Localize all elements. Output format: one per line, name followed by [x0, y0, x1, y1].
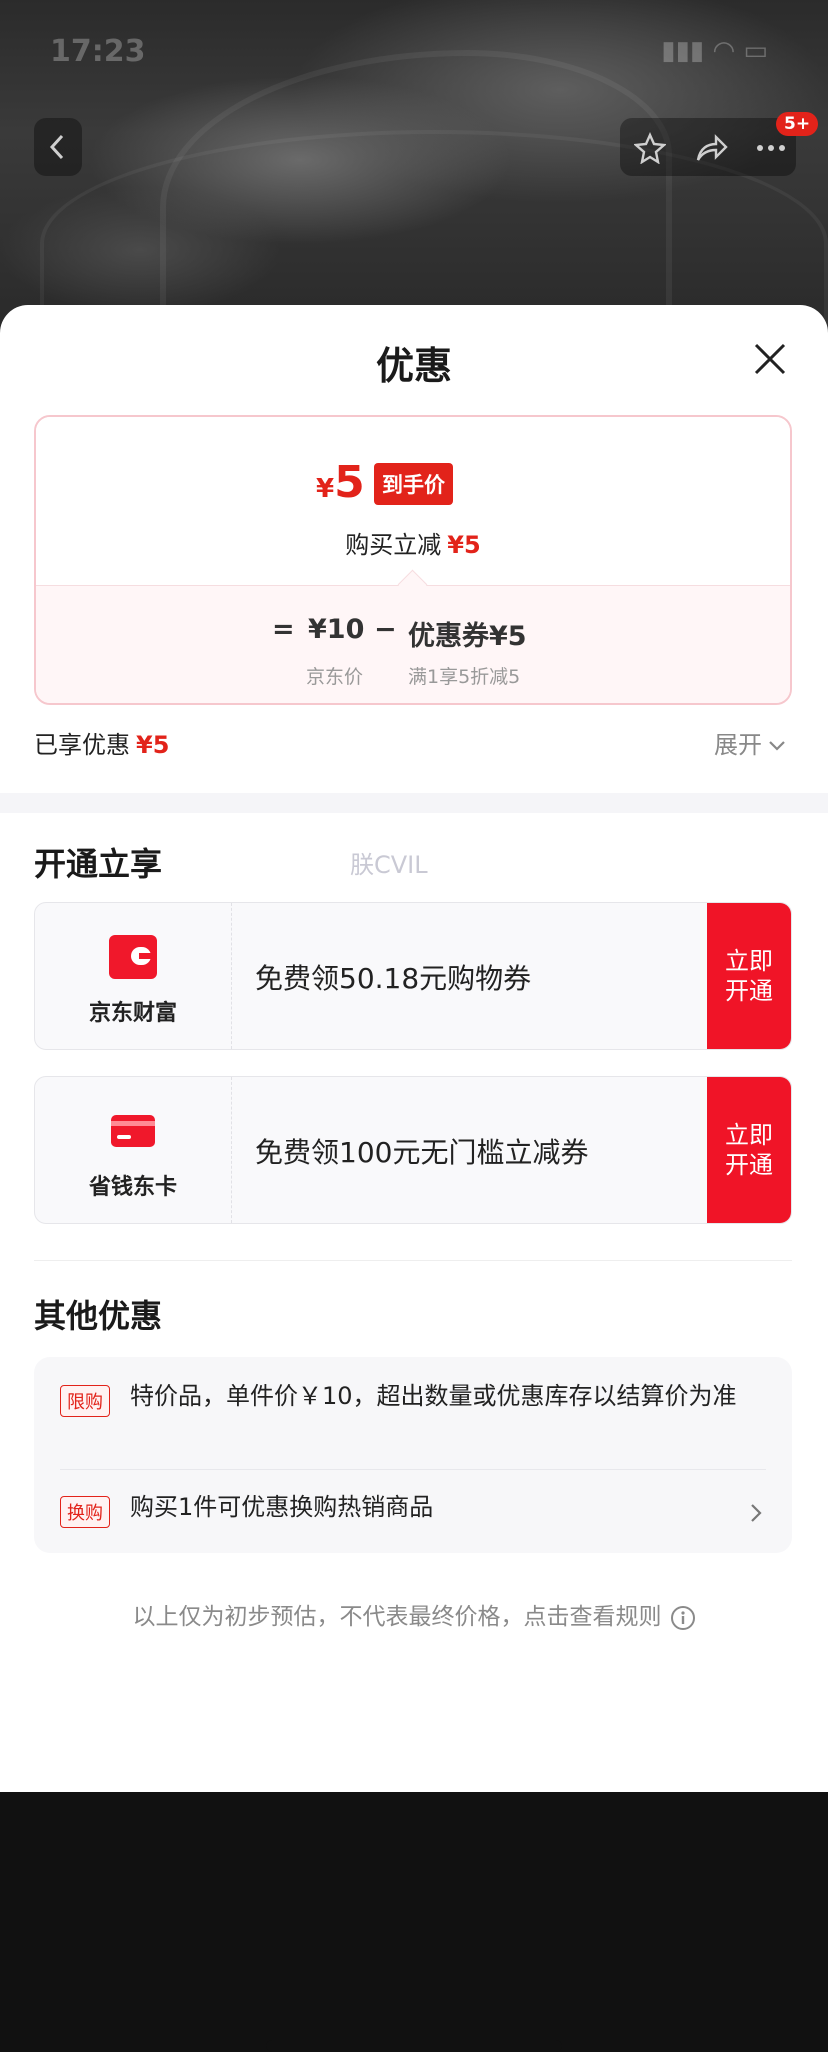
- top-right-actions: [620, 118, 796, 176]
- limit-tag: 限购: [60, 1385, 110, 1417]
- home-indicator: [266, 2040, 562, 2052]
- card-brand: 京东财富: [88, 1001, 177, 1026]
- watermark: 朕CVIL: [350, 851, 428, 879]
- card-description: 免费领50.18元购物券: [255, 962, 532, 995]
- buy-reduce-amount: ¥5: [447, 531, 481, 559]
- enjoyed-discount: 已享优惠 ¥5: [34, 725, 169, 760]
- card-brand-area: 省钱东卡: [35, 1077, 232, 1223]
- exchange-text[interactable]: 购买1件可优惠换购热销商品: [130, 1492, 433, 1522]
- discount-sheet: 优惠 ¥5 到手价 购买立减 ¥5 = ¥10 京东价 − 优惠券¥5 满1享5折…: [0, 305, 828, 2052]
- row-divider: [60, 1469, 766, 1470]
- section-divider: [34, 1260, 792, 1261]
- price-summary: ¥5 到手价 购买立减 ¥5: [36, 417, 790, 585]
- status-icons: ▮▮▮ ◠ ▭: [661, 36, 768, 66]
- card-brand: 省钱东卡: [88, 1175, 177, 1200]
- open-now-button[interactable]: 立即开通: [707, 1077, 791, 1223]
- footer-note-text: 以上仅为初步预估，不代表最终价格，点击查看规则: [132, 1604, 662, 1630]
- enjoyed-label: 已享优惠: [34, 731, 130, 759]
- jd-wealth-logo-icon: [109, 935, 157, 979]
- more-icon[interactable]: [756, 144, 786, 152]
- other-section-title: 其他优惠: [34, 1297, 163, 1335]
- price-formula: = ¥10 京东价 − 优惠券¥5 满1享5折减5: [36, 585, 790, 703]
- buy-reduce-line: 购买立减 ¥5: [36, 525, 790, 560]
- final-price: ¥5: [316, 457, 365, 508]
- status-time: 17:23: [50, 34, 146, 69]
- share-icon[interactable]: [694, 132, 728, 164]
- exchange-tag: 换购: [60, 1496, 110, 1528]
- base-price: ¥10: [308, 614, 365, 645]
- info-icon[interactable]: [670, 1605, 696, 1631]
- back-button[interactable]: [34, 118, 82, 176]
- cart-badge: 5+: [776, 112, 819, 136]
- equals-sign: =: [272, 614, 295, 645]
- final-price-tag: 到手价: [374, 463, 453, 505]
- card-brand-area: 京东财富: [35, 903, 232, 1049]
- open-now-label: 立即开通: [725, 1121, 773, 1179]
- star-icon[interactable]: [634, 132, 666, 164]
- close-icon[interactable]: [748, 337, 792, 381]
- open-card-jd-wealth[interactable]: 京东财富 免费领50.18元购物券 立即开通: [34, 902, 792, 1050]
- chevron-down-icon: [769, 741, 785, 751]
- footer-note[interactable]: 以上仅为初步预估，不代表最终价格，点击查看规则: [0, 1597, 828, 1631]
- base-price-label: 京东价: [306, 666, 364, 688]
- expand-label: 展开: [714, 731, 762, 759]
- chevron-left-icon: [49, 134, 64, 160]
- currency-symbol: ¥: [316, 474, 335, 504]
- final-price-value: 5: [334, 457, 365, 508]
- price-breakdown-card: ¥5 到手价 购买立减 ¥5 = ¥10 京东价 − 优惠券¥5 满1享5折减5: [34, 415, 792, 705]
- minus-sign: −: [374, 614, 397, 645]
- other-discounts-list: 限购 特价品，单件价￥10，超出数量或优惠库存以结算价为准 换购 购买1件可优惠…: [34, 1357, 792, 1553]
- open-card-save-card[interactable]: 省钱东卡 免费领100元无门槛立减券 立即开通: [34, 1076, 792, 1224]
- enjoyed-amount: ¥5: [136, 731, 170, 759]
- section-gap: [0, 793, 828, 813]
- buy-reduce-label: 购买立减: [345, 531, 442, 559]
- card-icon: [111, 1115, 155, 1147]
- chevron-right-icon[interactable]: [750, 1503, 762, 1523]
- coupon-condition: 满1享5折减5: [408, 666, 521, 688]
- expand-button[interactable]: 展开: [714, 725, 786, 760]
- limit-text: 特价品，单件价￥10，超出数量或优惠库存以结算价为准: [130, 1382, 737, 1410]
- open-section-title: 开通立享: [34, 845, 163, 883]
- sheet-title: 优惠: [375, 344, 452, 388]
- coupon-price: 优惠券¥5: [408, 621, 527, 652]
- open-now-label: 立即开通: [725, 947, 773, 1005]
- card-description: 免费领100元无门槛立减券: [255, 1136, 589, 1169]
- open-now-button[interactable]: 立即开通: [707, 903, 791, 1049]
